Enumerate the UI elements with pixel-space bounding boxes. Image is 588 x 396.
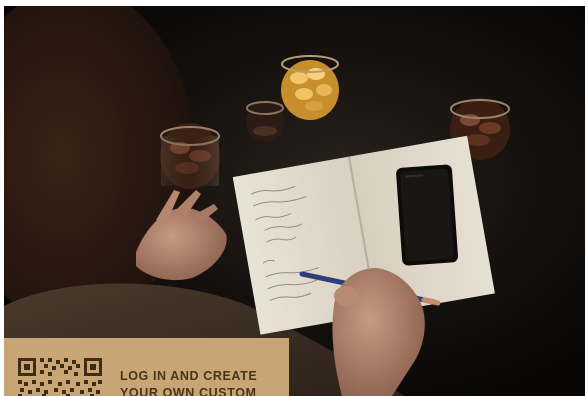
promo-banner[interactable]: LOG IN AND CREATE YOUR OWN CUSTOM	[4, 338, 289, 396]
smartphone	[396, 164, 459, 266]
photo-frame: LOG IN AND CREATE YOUR OWN CUSTOM	[4, 6, 585, 396]
qr-code-icon	[18, 358, 102, 396]
promo-text: LOG IN AND CREATE YOUR OWN CUSTOM	[120, 368, 257, 396]
glass-chocolate-left	[160, 123, 220, 189]
glass-small	[246, 100, 284, 142]
promo-line-2: YOUR OWN CUSTOM	[120, 386, 257, 396]
promo-line-1: LOG IN AND CREATE	[120, 369, 258, 383]
